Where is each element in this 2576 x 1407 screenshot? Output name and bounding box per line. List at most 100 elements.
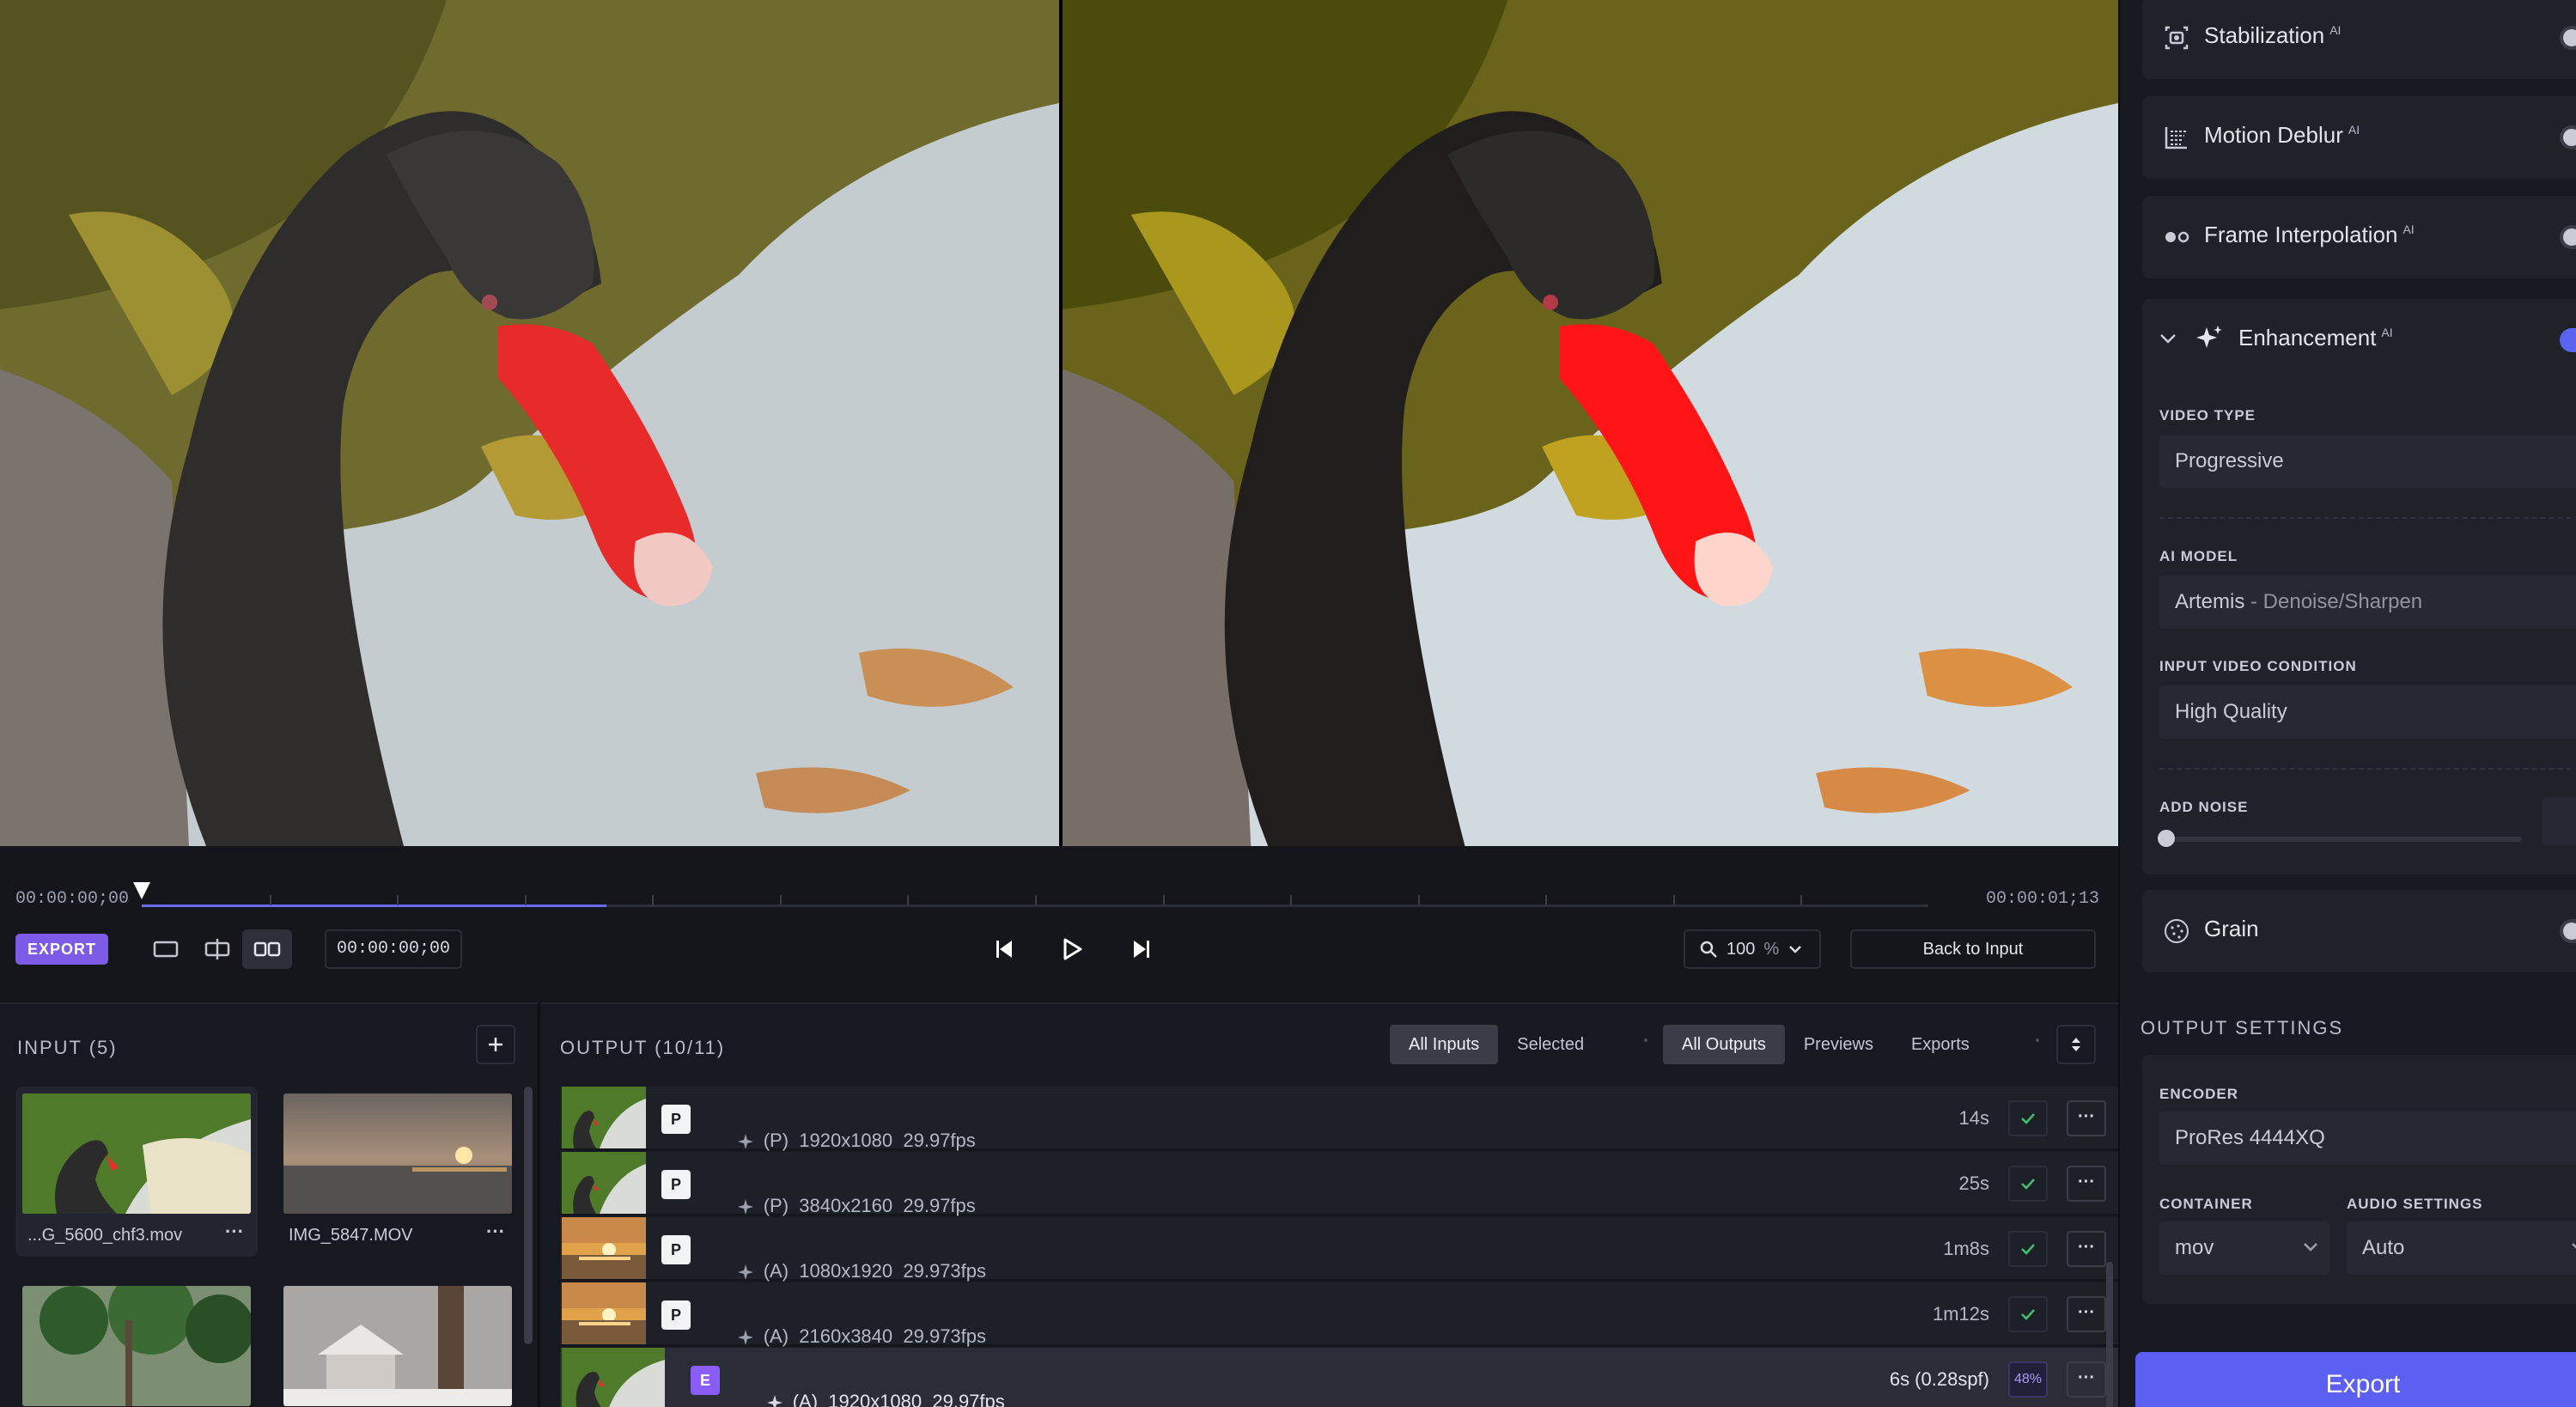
filter-exports[interactable]: Exports — [1892, 1025, 1988, 1064]
export-mode-badge[interactable]: EXPORT — [15, 934, 109, 965]
timeline-played-range — [142, 904, 606, 907]
slider-thumb[interactable] — [2158, 830, 2175, 847]
video-type-label: VIDEO TYPE — [2159, 407, 2256, 423]
timeline-tick — [652, 895, 654, 905]
output-thumbnail — [562, 1348, 665, 1407]
output-row-more-button[interactable]: ··· — [2067, 1166, 2106, 1202]
playhead-marker[interactable] — [131, 880, 153, 903]
output-row[interactable]: P (A) 1080x1920 29.973fps 1m8s ··· — [560, 1217, 2118, 1282]
filter-all-inputs[interactable]: All Inputs — [1390, 1025, 1499, 1064]
input-preview[interactable] — [0, 0, 1059, 846]
output-settings-title: OUTPUT SETTINGS — [2141, 1017, 2344, 1038]
output-row[interactable]: P (A) 2160x3840 29.973fps 1m12s ··· — [560, 1282, 2118, 1347]
export-button[interactable]: Export — [2135, 1352, 2576, 1407]
next-frame-button[interactable] — [1122, 930, 1160, 968]
swan-thumbnail — [22, 1093, 251, 1214]
output-row-active[interactable]: E (A) 1920x1080 29.97fps 6s (0.28spf) 48… — [560, 1348, 2118, 1407]
player-controls: EXPORT 00:00:00;00 100 % Back to Input — [0, 925, 2118, 977]
add-noise-slider[interactable] — [2158, 830, 2522, 847]
output-preview[interactable] — [1059, 0, 2118, 846]
back-to-input-button[interactable]: Back to Input — [1850, 929, 2096, 969]
motion-deblur-icon — [2165, 127, 2187, 149]
side-by-side-view-button[interactable] — [242, 929, 292, 969]
container-select[interactable]: mov — [2159, 1221, 2329, 1275]
play-button[interactable] — [1053, 930, 1091, 968]
timeline-tick — [525, 895, 527, 905]
play-icon — [1063, 938, 1082, 960]
timeline-tick — [780, 895, 782, 905]
output-row-more-button[interactable]: ··· — [2067, 1100, 2106, 1136]
filter-card-motion-deblur: Motion Deblur AI — [2142, 96, 2576, 179]
timeline-tick — [1163, 895, 1165, 905]
check-icon — [2021, 1244, 2035, 1255]
plus-icon — [489, 1038, 502, 1051]
split-view-icon — [204, 939, 230, 959]
video-type-select[interactable]: Progressive — [2159, 435, 2576, 488]
frame-interpolation-toggle[interactable] — [2560, 225, 2576, 249]
input-thumbnail — [283, 1286, 512, 1406]
sort-button[interactable] — [2056, 1025, 2096, 1064]
output-panel: OUTPUT (10/11) All Inputs Selected All O… — [541, 1002, 2118, 1407]
filter-selected[interactable]: Selected — [1498, 1025, 1603, 1064]
timeline-tick — [270, 895, 271, 905]
chevron-down-icon — [2304, 1243, 2317, 1252]
timeline: 00:00:00;00 00:00:01;13 EXPORT 00:00:00;… — [0, 846, 2118, 1002]
input-scrollbar[interactable] — [524, 1087, 533, 1344]
input-file-card[interactable]: ...G_5600_chf3.mov ··· — [15, 1087, 258, 1257]
add-noise-value-field[interactable] — [2543, 797, 2576, 845]
input-file-card[interactable] — [15, 1279, 258, 1407]
input-file-more-button[interactable]: ··· — [486, 1221, 505, 1243]
enhancement-header[interactable]: Enhancement AI — [2142, 299, 2576, 381]
input-file-more-button[interactable]: ··· — [225, 1221, 244, 1243]
add-input-button[interactable] — [476, 1025, 515, 1064]
swan-thumbnail — [562, 1087, 646, 1148]
input-filter-group: All Inputs Selected — [1390, 1025, 1603, 1064]
zoom-select[interactable]: 100 % — [1684, 929, 1821, 969]
filter-previews[interactable]: Previews — [1785, 1025, 1892, 1064]
input-condition-select[interactable]: High Quality — [2159, 685, 2576, 739]
input-file-card[interactable]: IMG_5847.MOV ··· — [277, 1087, 519, 1257]
output-row-more-button[interactable]: ··· — [2067, 1231, 2106, 1267]
settings-sidebar: Stabilization AI Motion Deblur AI Frame In… — [2118, 0, 2576, 1407]
output-row-duration: 25s — [1958, 1172, 1989, 1194]
input-thumbnail — [22, 1093, 251, 1214]
output-panel-title: OUTPUT (10/11) — [560, 1037, 726, 1058]
timeline-tick — [397, 895, 399, 905]
output-row-more-button[interactable]: ··· — [2067, 1361, 2106, 1398]
grain-toggle[interactable] — [2560, 919, 2576, 943]
chevron-down-icon — [2572, 1243, 2576, 1249]
output-row-duration: 6s (0.28spf) — [1889, 1368, 1989, 1390]
split-view-button[interactable] — [192, 929, 242, 969]
zoom-unit: % — [1763, 939, 1780, 959]
output-thumbnail — [562, 1217, 646, 1279]
output-row-more-button[interactable]: ··· — [2067, 1296, 2106, 1332]
audio-settings-select[interactable]: Auto — [2347, 1221, 2576, 1275]
enhancement-label: Enhancement AI — [2238, 325, 2393, 350]
filter-label: Motion Deblur AI — [2204, 122, 2360, 148]
current-timecode-field[interactable]: 00:00:00;00 — [325, 929, 462, 969]
output-row[interactable]: P (P) 1920x1080 29.97fps 14s ··· — [560, 1087, 2118, 1151]
previous-frame-button[interactable] — [986, 930, 1024, 968]
output-row-duration: 1m8s — [1943, 1238, 1989, 1259]
export-badge: E — [691, 1366, 720, 1395]
check-icon — [2021, 1113, 2035, 1124]
zoom-value: 100 — [1726, 939, 1756, 959]
enhancement-toggle[interactable] — [2560, 328, 2576, 352]
preview-badge: P — [661, 1105, 691, 1134]
output-row[interactable]: P (P) 3840x2160 29.97fps 25s ··· — [560, 1152, 2118, 1216]
input-file-card[interactable] — [277, 1279, 519, 1407]
filter-label: Grain — [2204, 916, 2259, 941]
sunset-thumbnail — [283, 1093, 512, 1214]
stabilization-toggle[interactable] — [2560, 26, 2576, 50]
sparkle-icon — [2196, 326, 2222, 348]
motion-deblur-toggle[interactable] — [2560, 125, 2576, 149]
filter-all-outputs[interactable]: All Outputs — [1663, 1025, 1785, 1064]
timeline-track[interactable] — [142, 895, 1928, 907]
ai-model-select[interactable]: Artemis - Denoise/Sharpen — [2159, 576, 2576, 629]
output-row-status — [2008, 1296, 2048, 1332]
output-scrollbar[interactable] — [2106, 1262, 2113, 1407]
encoder-select[interactable]: ProRes 4444XQ — [2159, 1112, 2576, 1165]
input-panel: INPUT (5) ...G_5600_chf3.mov ··· IMG_584… — [0, 1002, 539, 1407]
output-row-info: (A) 1920x1080 29.97fps — [734, 1368, 1005, 1407]
single-view-button[interactable] — [141, 929, 191, 969]
